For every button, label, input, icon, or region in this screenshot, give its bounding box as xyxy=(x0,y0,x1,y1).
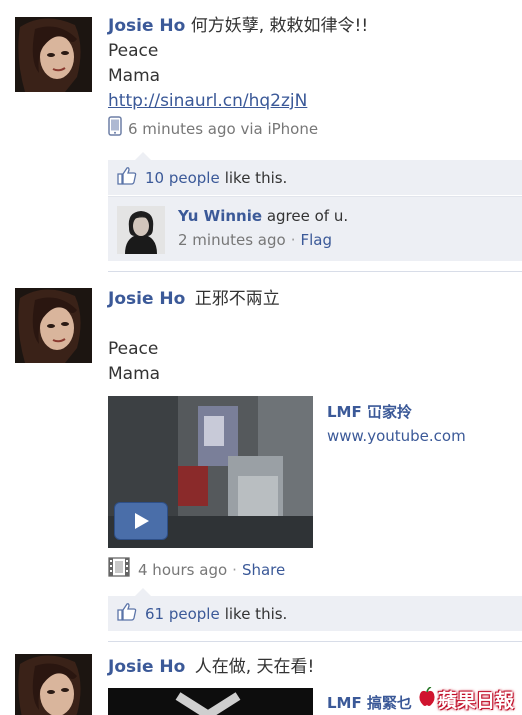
author-avatar[interactable] xyxy=(15,17,92,92)
share-link[interactable]: Share xyxy=(242,559,285,581)
apple-logo-icon xyxy=(418,686,436,712)
portrait-image xyxy=(15,654,92,715)
likes-bar: 61 people like this. xyxy=(108,596,522,631)
likes-bar: 10 people like this. xyxy=(108,160,522,195)
post-header: Josie Ho 何方妖孽, 敕敕如律令!! xyxy=(108,14,518,39)
video-thumbnail[interactable] xyxy=(108,688,313,715)
post-message: 正邪不兩立 xyxy=(194,289,280,309)
post-message: 人在做, 天在看! xyxy=(194,657,315,677)
post-divider xyxy=(108,641,522,642)
video-thumbnail[interactable] xyxy=(108,396,313,548)
video-title-link[interactable]: LMF 冚家拎 xyxy=(327,401,412,422)
author-avatar[interactable] xyxy=(15,654,92,715)
post-divider xyxy=(108,271,522,272)
likes-text: like this. xyxy=(224,168,288,187)
post-line: Peace xyxy=(108,41,159,61)
comment-text: agree of u. xyxy=(266,207,349,225)
phone-icon xyxy=(108,116,122,142)
commenter-portrait-image xyxy=(117,206,165,254)
post-header: Josie Ho 正邪不兩立 xyxy=(108,287,518,312)
likes-caret xyxy=(135,588,151,596)
commenter-name-link[interactable]: Yu Winnie xyxy=(178,207,262,225)
comment-item: Yu Winnie agree of u. 2 minutes ago · Fl… xyxy=(108,196,522,261)
likes-count-link[interactable]: 61 people xyxy=(145,605,220,623)
likes-text: like this. xyxy=(224,604,288,623)
post-message: 何方妖孽, 敕敕如律令!! xyxy=(190,16,369,36)
commenter-avatar[interactable] xyxy=(117,206,165,254)
play-icon xyxy=(135,513,149,529)
post-header: Josie Ho 人在做, 天在看! xyxy=(108,655,518,680)
post-meta: 4 hours ago · Share xyxy=(108,556,285,584)
video-domain-link[interactable]: www.youtube.com xyxy=(327,427,466,445)
post-content: Josie Ho 何方妖孽, 敕敕如律令!! Peace Mama http:/… xyxy=(108,14,518,142)
post-timestamp[interactable]: 4 hours ago xyxy=(138,559,227,581)
author-avatar[interactable] xyxy=(15,288,92,363)
thumbs-up-icon xyxy=(117,166,137,189)
post-author-link[interactable]: Josie Ho xyxy=(108,16,185,36)
post-content: Josie Ho 正邪不兩立 Peace Mama xyxy=(108,287,518,387)
meta-separator: · xyxy=(232,561,237,579)
post-url-link[interactable]: http://sinaurl.cn/hq2zjN xyxy=(108,91,307,111)
newspaper-watermark: 蘋果日報 xyxy=(418,686,514,713)
post-author-link[interactable]: Josie Ho xyxy=(108,289,185,309)
post-content: Josie Ho 人在做, 天在看! xyxy=(108,655,518,680)
video-title-link[interactable]: LMF 搞緊乜 xyxy=(327,692,412,713)
portrait-image xyxy=(15,17,92,92)
play-button[interactable] xyxy=(114,502,168,540)
film-icon xyxy=(108,556,130,584)
post-line: Peace xyxy=(108,339,159,359)
portrait-image xyxy=(15,288,92,363)
meta-separator: · xyxy=(290,231,296,249)
comment-timestamp: 2 minutes ago xyxy=(178,231,286,249)
comment-meta: 2 minutes ago · Flag xyxy=(178,228,348,252)
post-meta: 6 minutes ago via iPhone xyxy=(108,116,518,142)
post-line: Mama xyxy=(108,364,161,384)
video-frame-image xyxy=(108,688,313,715)
thumbs-up-icon xyxy=(117,602,137,625)
post-author-link[interactable]: Josie Ho xyxy=(108,657,185,677)
likes-count-link[interactable]: 10 people xyxy=(145,169,220,187)
likes-caret xyxy=(135,152,151,160)
watermark-text: 蘋果日報 xyxy=(437,690,514,712)
comment-body: Yu Winnie agree of u. 2 minutes ago · Fl… xyxy=(178,204,348,252)
post-line: Mama xyxy=(108,66,161,86)
flag-link[interactable]: Flag xyxy=(300,228,332,252)
post-timestamp-link[interactable]: 6 minutes ago via iPhone xyxy=(128,118,318,140)
